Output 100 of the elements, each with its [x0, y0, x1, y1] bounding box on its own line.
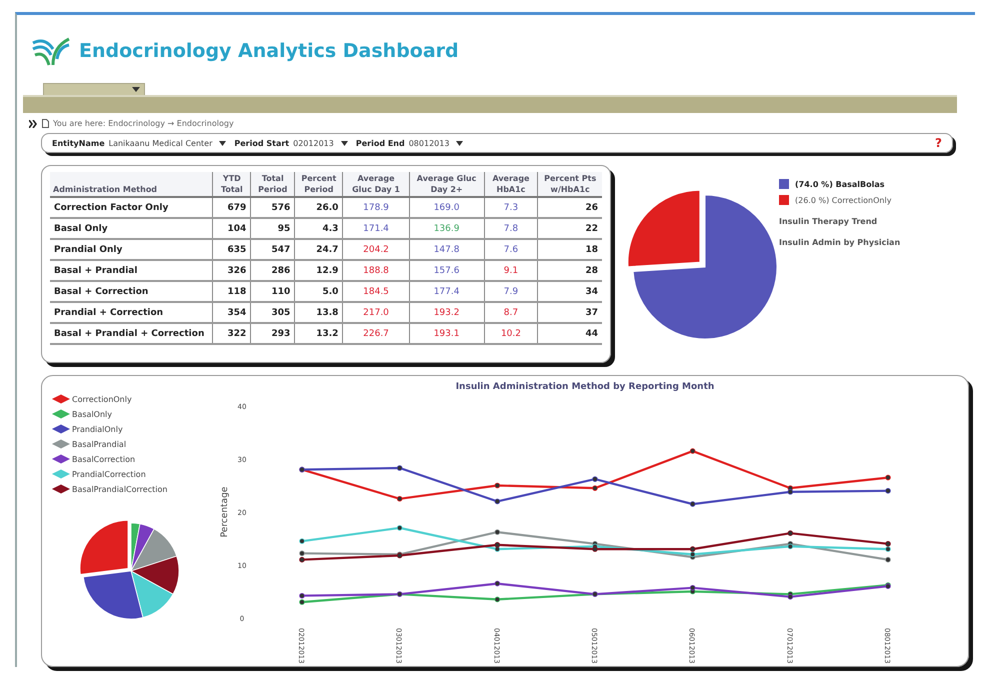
data-point — [690, 501, 696, 507]
table-cell: 18 — [538, 239, 602, 260]
legend-label[interactable]: PrandialCorrection — [72, 470, 146, 478]
table-cell: 13.8 — [294, 302, 343, 323]
table-cell: 5.0 — [294, 281, 343, 302]
table-cell: 118 — [212, 281, 251, 302]
legend-label[interactable]: (74.0 %) BasalBolas — [795, 180, 885, 188]
report-link[interactable]: Insulin Admin by Physician — [779, 238, 900, 247]
table-cell: 37 — [538, 302, 602, 323]
table-cell: 157.6 — [409, 260, 484, 281]
table-cell: 169.0 — [409, 197, 484, 218]
axis-title: Percentage — [220, 486, 230, 538]
legend-label[interactable]: BasalPrandialCorrection — [72, 484, 168, 494]
table-cell: 547 — [250, 239, 295, 260]
filter-label: Period Start — [234, 138, 290, 148]
legend-label[interactable]: (26.0 %) CorrectionOnly — [795, 196, 892, 204]
column-header: Average Gluc Day 2+ — [409, 172, 484, 197]
data-point — [885, 488, 891, 494]
data-point — [396, 465, 402, 471]
table-cell: 4.3 — [294, 218, 343, 239]
table-cell: 34 — [538, 281, 602, 302]
table-cell: 8.7 — [484, 302, 538, 323]
column-header: Average Gluc Day 1 — [342, 172, 410, 197]
filter-dropdown[interactable]: Lanikaanu Medical Center — [108, 138, 226, 148]
table-cell: 136.9 — [409, 218, 484, 239]
logo-icon — [31, 35, 71, 67]
table-cell: Basal + Prandial + Correction — [50, 323, 213, 344]
table-cell: 184.5 — [342, 281, 410, 302]
table-cell: 22 — [538, 218, 602, 239]
column-header: YTD Total — [212, 172, 251, 197]
table-cell: 12.9 — [294, 260, 343, 281]
table-cell: 635 — [212, 239, 251, 260]
table-cell: 7.6 — [484, 239, 538, 260]
double-chevron-icon[interactable] — [29, 120, 38, 128]
legend-label[interactable]: PrandialOnly — [72, 424, 123, 434]
table-cell: 322 — [212, 323, 251, 344]
table-cell: 7.9 — [484, 281, 538, 302]
column-header: Total Period — [250, 172, 295, 197]
data-point — [885, 474, 891, 480]
table-cell: 354 — [212, 302, 251, 323]
help-link[interactable]: ? — [935, 136, 942, 150]
table-cell: 326 — [212, 260, 251, 281]
table-cell: 178.9 — [342, 197, 410, 218]
data-point — [396, 525, 402, 531]
table-cell: 7.3 — [484, 197, 538, 218]
table-cell: 13.2 — [294, 323, 343, 344]
table-cell: Prandial Only — [50, 239, 213, 260]
data-point — [494, 596, 500, 602]
legend-label[interactable]: CorrectionOnly — [72, 394, 132, 404]
caret-icon — [132, 87, 140, 92]
table-cell: 177.4 — [409, 281, 484, 302]
table-cell: 44 — [538, 323, 602, 344]
filter-dropdown[interactable]: 02012013 — [293, 138, 348, 148]
filter-dropdown[interactable]: 08012013 — [408, 138, 464, 148]
table-cell: 193.1 — [409, 323, 484, 344]
table-cell: Prandial + Correction — [50, 302, 213, 323]
filter-label: Period End — [356, 138, 405, 148]
legend-label[interactable]: BasalOnly — [72, 410, 112, 418]
table-cell: 193.2 — [409, 302, 484, 323]
table-cell: Basal + Correction — [50, 281, 213, 302]
chart-title: Insulin Administration Method by Reporting Month — [456, 382, 714, 392]
legend-label[interactable]: BasalPrandial — [72, 440, 126, 448]
table-cell: 10.2 — [484, 323, 538, 344]
data-point — [396, 496, 402, 502]
table-cell: 188.8 — [342, 260, 410, 281]
page-icon — [42, 119, 49, 128]
table-cell: 679 — [212, 197, 251, 218]
data-point — [494, 482, 500, 488]
table-cell: 9.1 — [484, 260, 538, 281]
column-header: Percent Period — [294, 172, 343, 197]
table-cell: Correction Factor Only — [50, 197, 213, 218]
data-point — [299, 538, 305, 544]
breadcrumb: You are here: Endocrinology → Endocrinology — [53, 119, 234, 128]
caret-icon — [219, 140, 226, 146]
table-cell: 28 — [538, 260, 602, 281]
report-link[interactable]: Insulin Therapy Trend — [779, 217, 900, 226]
table-cell: 576 — [250, 197, 295, 218]
data-point — [494, 498, 500, 504]
data-point — [885, 556, 891, 562]
table-cell: 110 — [250, 281, 295, 302]
column-header: Average HbA1c — [484, 172, 538, 197]
table-cell: 104 — [212, 218, 251, 239]
table-cell: 286 — [250, 260, 295, 281]
table-cell: 147.8 — [409, 239, 484, 260]
table-cell: 305 — [250, 302, 295, 323]
filter-label: EntityName — [52, 138, 105, 148]
caret-icon — [340, 140, 348, 146]
table-cell: 24.7 — [294, 239, 343, 260]
column-header: Administration Method — [50, 172, 213, 197]
data-point — [592, 476, 598, 482]
data-point — [690, 448, 696, 454]
table-cell: 7.8 — [484, 218, 538, 239]
table-cell: 26 — [538, 197, 602, 218]
data-point — [494, 529, 500, 535]
legend-label[interactable]: BasalCorrection — [72, 454, 136, 464]
table-cell: 226.7 — [342, 323, 410, 344]
table-cell: 217.0 — [342, 302, 410, 323]
column-header: Percent Pts w/HbA1c — [538, 172, 602, 197]
data-point — [494, 580, 500, 586]
table-cell: Basal Only — [50, 218, 213, 239]
